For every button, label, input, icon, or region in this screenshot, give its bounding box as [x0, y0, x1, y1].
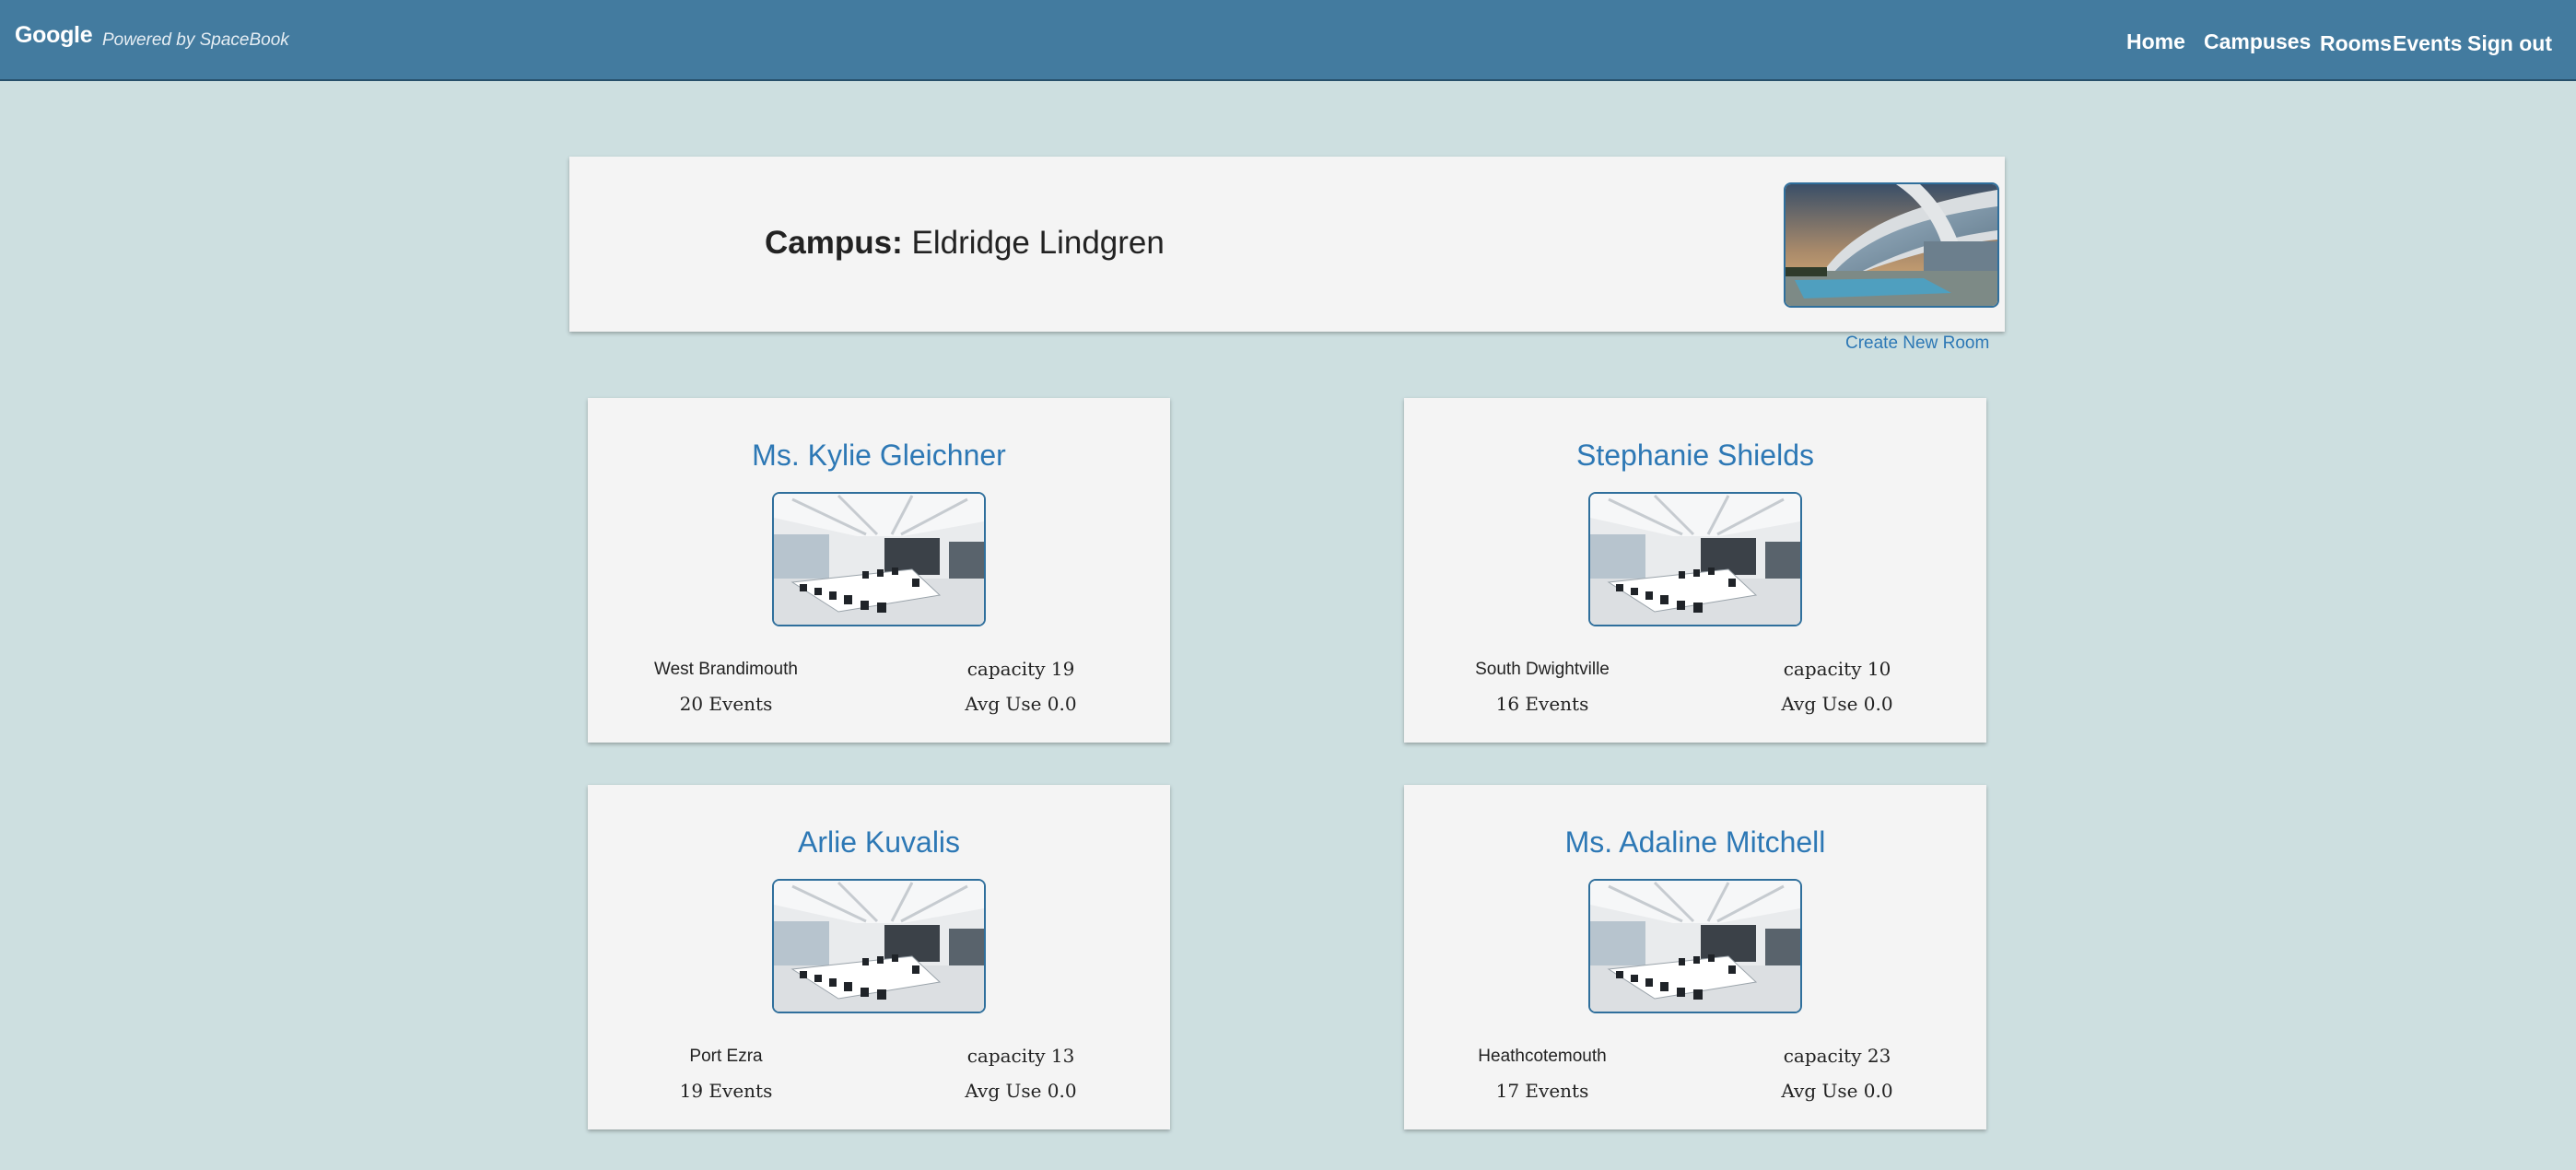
room-event-count: 16 Events: [1495, 693, 1589, 715]
powered-by-tagline: Powered by SpaceBook: [102, 30, 289, 50]
nav-sign-out[interactable]: Sign out: [2467, 31, 2552, 56]
campus-title: Campus: Eldridge Lindgren: [765, 225, 1165, 262]
room-card: Ms. Kylie Gleichner West Brandimouth 20 …: [588, 398, 1170, 743]
campus-label: Campus:: [765, 225, 903, 261]
room-card: Arlie Kuvalis Port Ezra 19 Events capaci…: [588, 785, 1170, 1129]
brand-logo[interactable]: Google: [15, 22, 93, 49]
campus-building-image: [1784, 182, 1999, 308]
room-card: Ms. Adaline Mitchell Heathcotemouth 17 E…: [1404, 785, 1986, 1129]
top-nav-bar: Google Powered by SpaceBook Home Campuse…: [0, 0, 2576, 81]
room-location: Heathcotemouth: [1478, 1047, 1607, 1066]
room-name-link[interactable]: Stephanie Shields: [1404, 439, 1986, 473]
room-avg-use: Avg Use 0.0: [965, 693, 1077, 715]
room-name-link[interactable]: Ms. Adaline Mitchell: [1404, 825, 1986, 860]
nav-home[interactable]: Home: [2126, 29, 2185, 54]
room-location: West Brandimouth: [654, 660, 798, 679]
room-capacity: capacity 13: [966, 1045, 1075, 1067]
room-name-link[interactable]: Ms. Kylie Gleichner: [588, 439, 1170, 473]
nav-campuses[interactable]: Campuses: [2204, 29, 2311, 54]
room-capacity: capacity 10: [1783, 658, 1891, 680]
room-image[interactable]: [772, 879, 986, 1013]
room-location: Port Ezra: [689, 1047, 763, 1066]
campus-header-card: Campus: Eldridge Lindgren: [569, 157, 2005, 332]
room-capacity: capacity 19: [966, 658, 1075, 680]
campus-name: Eldridge Lindgren: [911, 225, 1165, 261]
nav-rooms[interactable]: Rooms: [2320, 31, 2392, 56]
room-card: Stephanie Shields South Dwightville 16 E…: [1404, 398, 1986, 743]
room-name-link[interactable]: Arlie Kuvalis: [588, 825, 1170, 860]
nav-events[interactable]: Events: [2393, 31, 2462, 56]
room-capacity: capacity 23: [1783, 1045, 1891, 1067]
room-event-count: 17 Events: [1495, 1080, 1589, 1102]
room-location: South Dwightville: [1475, 660, 1610, 679]
create-new-room-link[interactable]: Create New Room: [1845, 333, 1989, 354]
room-image[interactable]: [772, 492, 986, 626]
room-avg-use: Avg Use 0.0: [965, 1080, 1077, 1102]
room-avg-use: Avg Use 0.0: [1781, 1080, 1893, 1102]
room-event-count: 19 Events: [679, 1080, 773, 1102]
room-image[interactable]: [1588, 492, 1802, 626]
room-avg-use: Avg Use 0.0: [1781, 693, 1893, 715]
room-image[interactable]: [1588, 879, 1802, 1013]
room-event-count: 20 Events: [679, 693, 773, 715]
